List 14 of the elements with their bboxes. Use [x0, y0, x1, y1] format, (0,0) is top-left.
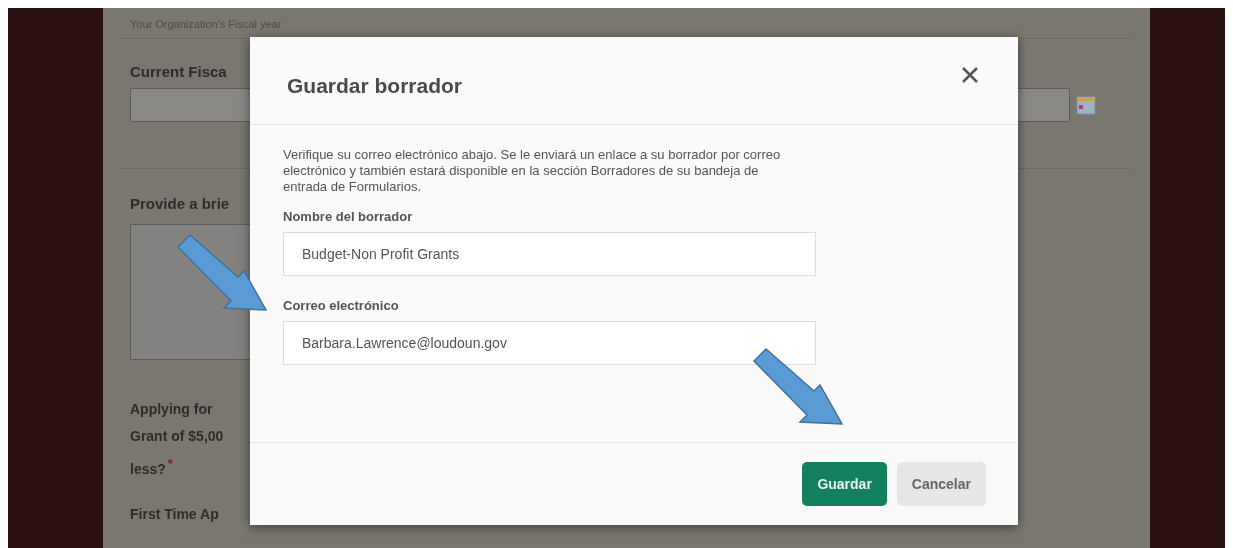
- calendar-icon[interactable]: [1076, 95, 1096, 115]
- question-label: First Time Ap: [130, 504, 219, 524]
- field-label: Current Fisca: [130, 63, 227, 80]
- field-label: Nombre del borrador: [283, 209, 414, 224]
- save-button[interactable]: Guardar: [802, 462, 887, 506]
- cancel-button[interactable]: Cancelar: [896, 462, 986, 506]
- dialog-message: Verifique su correo electrónico abajo. Se le enviará un enlace a su borrador por correo electrónico y también estará disponible en la sección Borradores de su bandeja de entrada de Formularios.: [283, 147, 782, 195]
- input-field[interactable]: Budget-Non Profit Grants: [283, 232, 816, 276]
- input-field[interactable]: Barbara.Lawrence@loudoun.gov: [283, 321, 816, 365]
- question-label: Provide a brie: [130, 195, 230, 212]
- dialog-title: Guardar borrador: [287, 73, 463, 98]
- question-label: Grant of $5,00: [130, 427, 225, 446]
- field-label: Correo electrónico: [283, 298, 400, 313]
- question-label: Applying for: [130, 400, 214, 419]
